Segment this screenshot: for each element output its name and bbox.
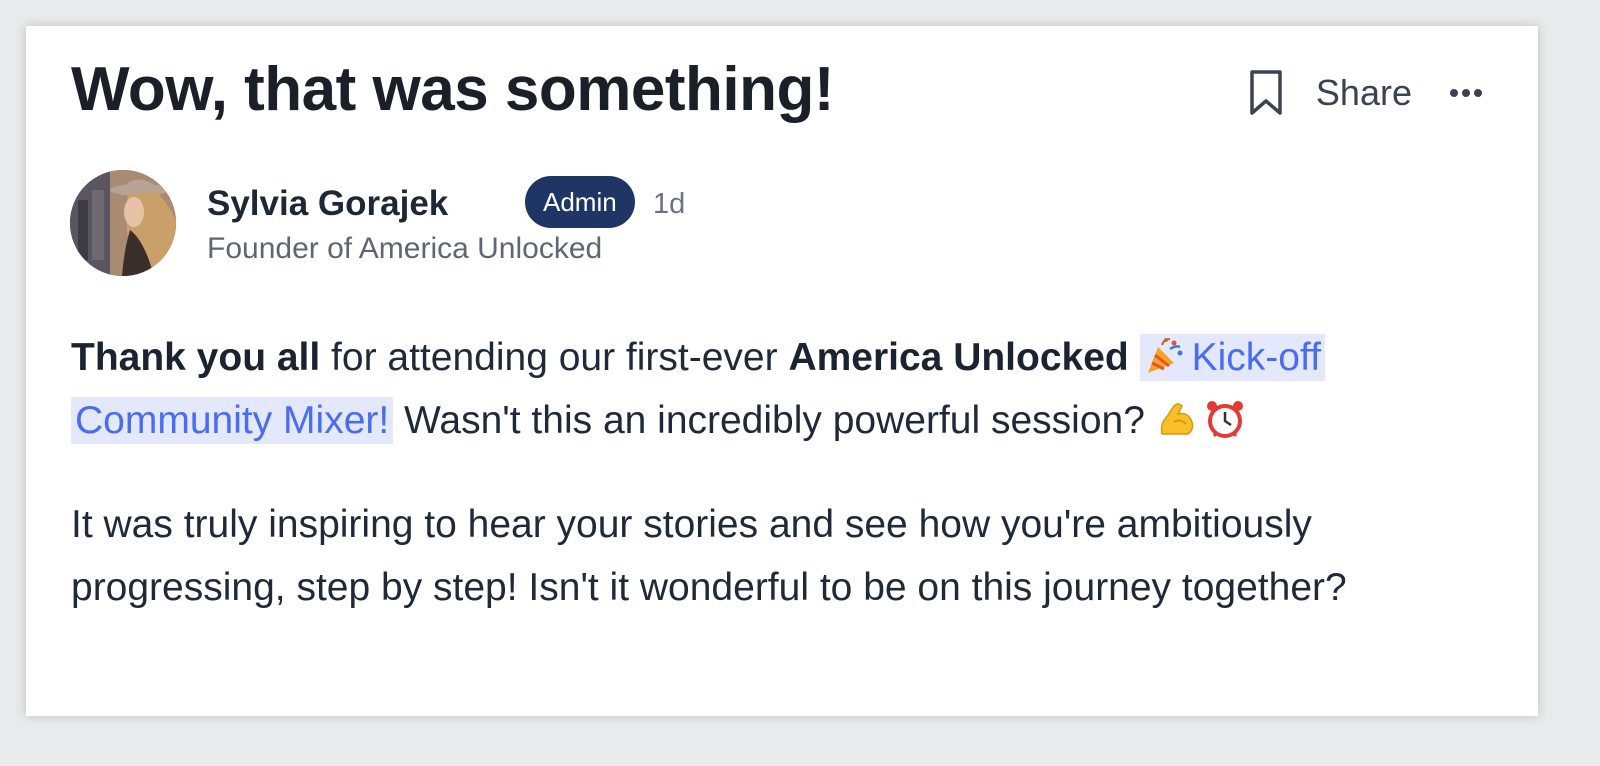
body-text: for attending our first-ever [320, 336, 789, 379]
post-actions: Share [1246, 66, 1484, 120]
bold-text: Thank you all [71, 336, 321, 379]
admin-badge: Admin [525, 176, 635, 228]
body-text: Wasn't this an incredibly powerful sessi… [393, 399, 1156, 442]
author-row: Sylvia Gorajek Admin 1d Founder of Ameri… [70, 170, 770, 280]
post-timestamp: 1d [653, 188, 686, 220]
author-subtitle: Founder of America Unlocked [207, 232, 603, 265]
more-options-icon[interactable] [1448, 73, 1484, 113]
share-button[interactable]: Share [1316, 72, 1412, 114]
avatar[interactable] [70, 170, 176, 276]
author-name[interactable]: Sylvia Gorajek [207, 184, 448, 224]
post-body: Thank you all for attending our first-ev… [71, 326, 1511, 619]
party-popper-icon [1144, 333, 1186, 375]
post-card: Wow, that was something! Share Sylvia Go… [26, 26, 1538, 716]
paragraph-2: It was truly inspiring to hear your stor… [71, 503, 1347, 609]
post-title: Wow, that was something! [71, 55, 835, 124]
flexed-biceps-icon [1156, 396, 1198, 438]
paragraph-1: Thank you all for attending our first-ev… [71, 326, 1511, 452]
bold-text: America Unlocked [788, 336, 1129, 379]
alarm-clock-icon [1204, 396, 1246, 438]
bookmark-icon[interactable] [1246, 68, 1286, 118]
